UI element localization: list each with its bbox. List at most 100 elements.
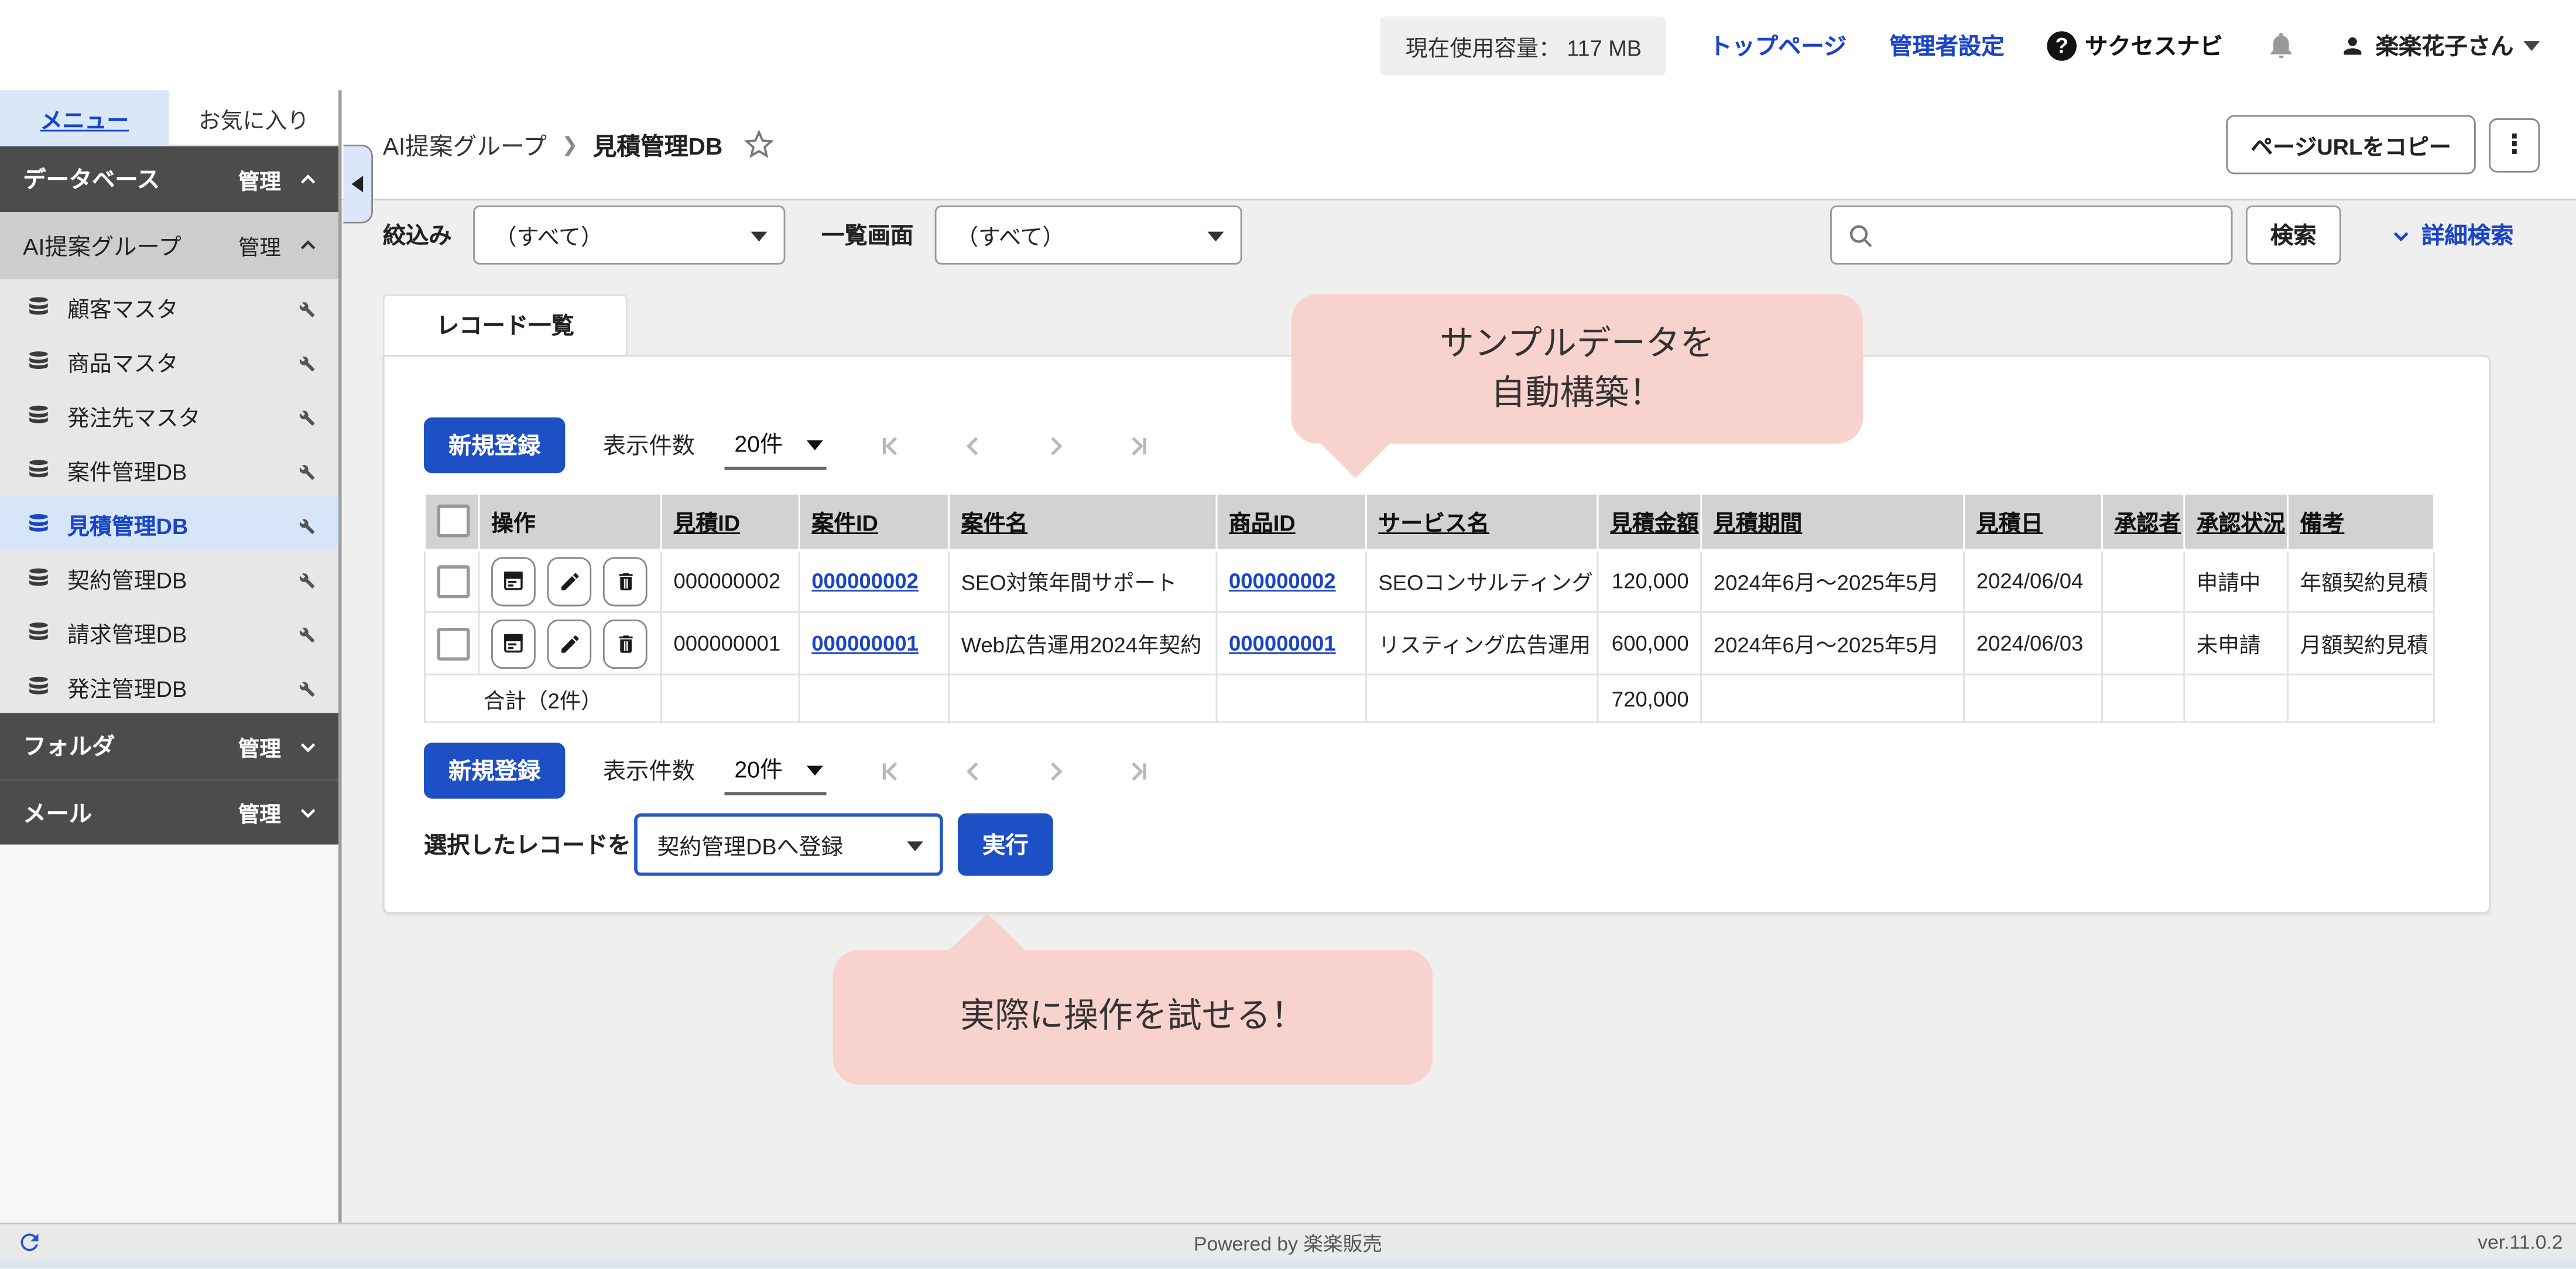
col-header-estimate-id[interactable]: 見積ID <box>661 494 799 549</box>
bulk-action-select[interactable]: 契約管理DBへ登録 <box>634 813 943 876</box>
wrench-icon[interactable] <box>292 458 315 481</box>
sidebar-group-ai-proposal[interactable]: AI提案グループ 管理 <box>0 212 338 279</box>
top-page-link[interactable]: トップページ <box>1709 29 1847 61</box>
next-page-icon[interactable] <box>1042 757 1070 785</box>
col-header-status[interactable]: 承認状況 <box>2184 494 2288 549</box>
last-page-icon[interactable] <box>1123 757 1152 785</box>
database-admin-link[interactable]: 管理 <box>238 163 281 194</box>
cell-case-name: Web広告運用2024年契約 <box>949 612 1217 675</box>
wrench-icon[interactable] <box>292 349 315 372</box>
sidebar-item-billing-db[interactable]: 請求管理DB <box>0 605 338 659</box>
case-id-link[interactable]: 000000002 <box>811 569 919 594</box>
search-button[interactable]: 検索 <box>2246 206 2341 265</box>
last-page-icon[interactable] <box>1123 432 1152 460</box>
sidebar-item-order-db[interactable]: 発注管理DB <box>0 659 338 713</box>
next-page-icon[interactable] <box>1042 432 1070 460</box>
sidebar-item-estimate-db[interactable]: 見積管理DB <box>0 496 338 550</box>
prev-page-icon[interactable] <box>960 757 988 785</box>
new-record-button[interactable]: 新規登録 <box>424 743 565 798</box>
sidebar-tab-favorites[interactable]: お気に入り <box>169 90 338 146</box>
col-header-service[interactable]: サービス名 <box>1366 494 1598 549</box>
wrench-icon[interactable] <box>292 295 315 318</box>
database-icon <box>26 402 51 427</box>
database-icon <box>26 348 51 373</box>
case-id-link[interactable]: 000000001 <box>811 631 919 656</box>
folder-admin-link[interactable]: 管理 <box>238 730 281 761</box>
sidebar-tab-menu[interactable]: メニュー <box>0 90 169 146</box>
wrench-icon[interactable] <box>292 566 315 589</box>
narrow-filter-select[interactable]: （すべて） <box>473 206 785 265</box>
wrench-icon[interactable] <box>292 512 315 535</box>
database-icon <box>26 457 51 481</box>
detail-icon[interactable] <box>491 619 536 668</box>
cell-note: 月額契約見積 <box>2288 612 2434 675</box>
cell-estimate-id: 000000002 <box>661 550 799 613</box>
execute-button[interactable]: 実行 <box>958 813 1053 876</box>
list-view-select[interactable]: （すべて） <box>935 206 1242 265</box>
breadcrumb-group[interactable]: AI提案グループ <box>383 127 547 162</box>
wrench-icon[interactable] <box>292 403 315 426</box>
copy-page-url-button[interactable]: ページURLをコピー <box>2226 115 2475 174</box>
trash-icon[interactable] <box>603 557 648 606</box>
page-size-select[interactable]: 20件 <box>724 746 826 795</box>
sidebar-section-folder[interactable]: フォルダ 管理 <box>0 713 338 779</box>
sidebar-collapse-handle[interactable] <box>343 145 373 224</box>
col-header-note[interactable]: 備考 <box>2288 494 2434 549</box>
sidebar-section-mail[interactable]: メール 管理 <box>0 779 338 844</box>
tab-record-list[interactable]: レコード一覧 <box>383 294 628 355</box>
sidebar-item-product-master[interactable]: 商品マスタ <box>0 334 338 388</box>
favorite-star-icon[interactable] <box>744 130 774 160</box>
sidebar-item-supplier-master[interactable]: 発注先マスタ <box>0 388 338 442</box>
page-size-select[interactable]: 20件 <box>724 420 826 470</box>
sidebar-item-contract-db[interactable]: 契約管理DB <box>0 550 338 605</box>
product-id-link[interactable]: 000000001 <box>1229 631 1336 656</box>
sidebar-section-database[interactable]: データベース 管理 <box>0 146 338 212</box>
detail-icon[interactable] <box>491 557 536 606</box>
database-icon <box>26 674 51 699</box>
success-navi-link[interactable]: ? サクセスナビ <box>2047 29 2222 61</box>
col-header-approver[interactable]: 承認者 <box>2102 494 2184 549</box>
row-checkbox[interactable] <box>437 565 470 598</box>
select-arrow-icon <box>807 766 823 776</box>
chevron-down-icon <box>297 736 318 757</box>
search-input[interactable] <box>1888 207 2222 266</box>
col-header-period[interactable]: 見積期間 <box>1701 494 1964 549</box>
edit-pencil-icon[interactable] <box>547 619 591 668</box>
question-circle-icon: ? <box>2047 30 2077 60</box>
wrench-icon[interactable] <box>292 620 315 643</box>
sidebar-item-customer-master[interactable]: 顧客マスタ <box>0 279 338 334</box>
sidebar-item-case-db[interactable]: 案件管理DB <box>0 442 338 497</box>
prev-page-icon[interactable] <box>960 432 988 460</box>
admin-settings-link[interactable]: 管理者設定 <box>1889 29 2004 61</box>
first-page-icon[interactable] <box>877 757 905 785</box>
trash-icon[interactable] <box>603 619 648 668</box>
version-text: ver.11.0.2 <box>2478 1231 2576 1254</box>
database-icon <box>26 620 51 644</box>
advanced-search-link[interactable]: 詳細検索 <box>2390 218 2513 251</box>
new-record-button[interactable]: 新規登録 <box>424 418 565 473</box>
select-arrow-icon <box>907 842 923 851</box>
col-header-product-id[interactable]: 商品ID <box>1217 494 1366 549</box>
col-header-amount[interactable]: 見積金額 <box>1598 494 1701 549</box>
chevron-down-icon <box>2523 40 2540 50</box>
user-name: 楽楽花子さん <box>2376 29 2514 61</box>
product-id-link[interactable]: 000000002 <box>1229 569 1336 594</box>
user-menu[interactable]: 楽楽花子さん <box>2339 29 2540 61</box>
row-checkbox[interactable] <box>437 627 470 660</box>
wrench-icon[interactable] <box>292 675 315 697</box>
col-header-date[interactable]: 見積日 <box>1964 494 2102 549</box>
cell-period: 2024年6月～2025年5月 <box>1701 612 1964 675</box>
col-header-case-name[interactable]: 案件名 <box>949 494 1217 549</box>
col-header-case-id[interactable]: 案件ID <box>799 494 948 549</box>
notification-bell-icon[interactable] <box>2266 30 2297 61</box>
page-size-label: 表示件数 <box>603 754 695 787</box>
kebab-menu-button[interactable]: ⋮ <box>2489 118 2540 172</box>
mail-admin-link[interactable]: 管理 <box>238 797 281 828</box>
search-icon <box>1847 222 1875 258</box>
list-view-label: 一覧画面 <box>821 218 913 251</box>
group-admin-link[interactable]: 管理 <box>238 230 281 261</box>
edit-pencil-icon[interactable] <box>547 557 591 606</box>
first-page-icon[interactable] <box>877 432 905 460</box>
select-all-checkbox[interactable] <box>437 505 470 538</box>
storage-usage-badge: 現在使用容量： 117 MB <box>1381 16 1667 75</box>
